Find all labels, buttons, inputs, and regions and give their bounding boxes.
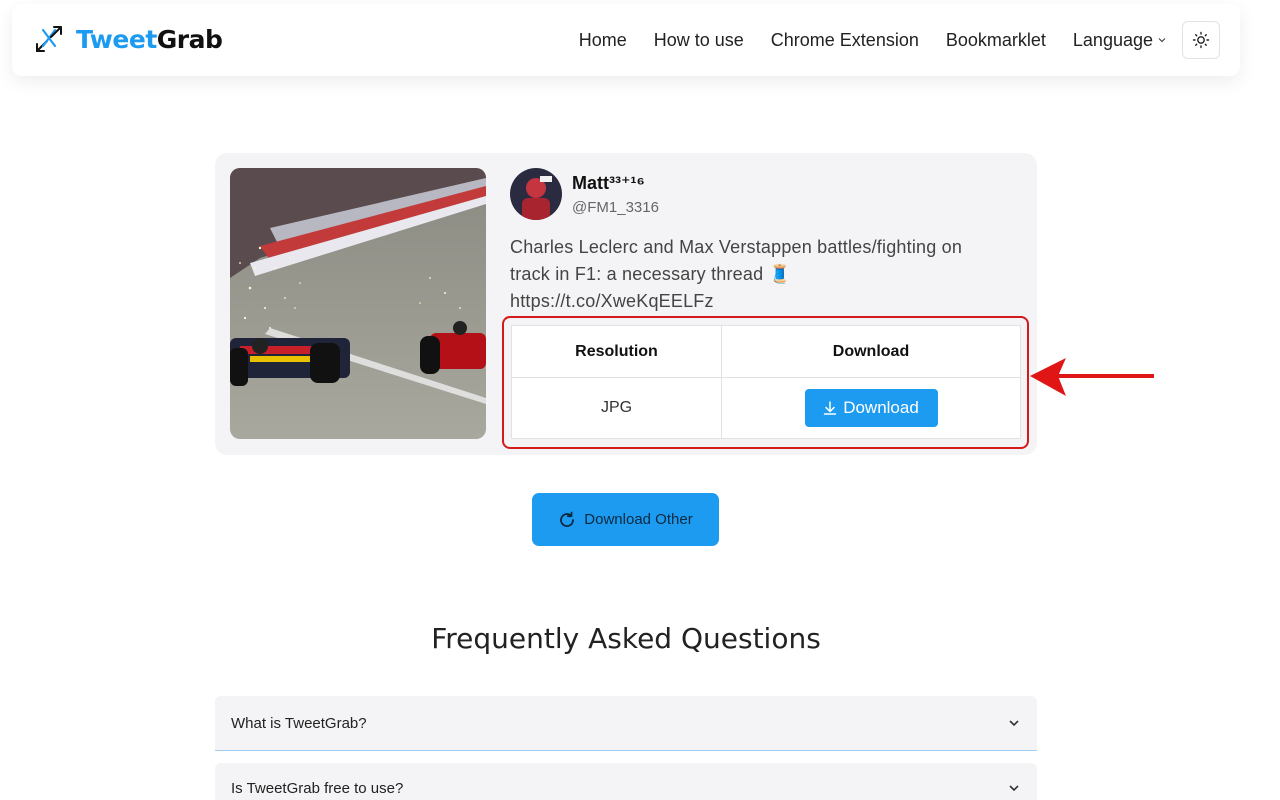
user-handle: @FM1_3316 [572,198,659,216]
column-header-download: Download [721,325,1021,378]
logo[interactable]: TweetGrab [34,24,223,54]
main-nav: Home How to use Chrome Extension Bookmar… [552,21,1220,59]
nav-home[interactable]: Home [579,30,627,51]
red-arrow-annotation [1030,358,1154,396]
site-header: TweetGrab Home How to use Chrome Extensi… [12,4,1240,76]
tweet-result-card: Matt³³⁺¹⁶ @FM1_3316 Charles Leclerc and … [215,153,1037,455]
logo-x-icon [36,26,62,52]
user-display-name: Matt³³⁺¹⁶ [572,172,645,193]
faq-question: What is TweetGrab? [231,714,367,732]
language-label: Language [1072,29,1153,50]
avatar[interactable] [510,168,562,220]
tweet-media-image [230,168,486,439]
column-header-resolution: Resolution [511,325,722,378]
download-table: Resolution Download JPG Download [511,325,1021,439]
refresh-icon [560,511,575,527]
faq-question: Is TweetGrab free to use? [231,779,404,797]
tweet-author: Matt³³⁺¹⁶ @FM1_3316 [510,168,659,220]
download-cell: Download [721,377,1021,439]
brand-name: TweetGrab [76,24,223,54]
f1-race-photo [230,168,486,439]
author-info: Matt³³⁺¹⁶ @FM1_3316 [572,173,659,216]
sun-icon [1192,31,1210,49]
tweet-link[interactable]: https://t.co/XweKqEELFz [510,288,1020,315]
tweet-text: Charles Leclerc and Max Verstappen battl… [510,234,1020,315]
nav-how-to-use[interactable]: How to use [654,30,744,51]
faq-title: Frequently Asked Questions [431,622,821,655]
download-other-button[interactable]: Download Other [532,493,719,546]
chevron-down-icon [1009,720,1019,727]
table-row: JPG Download [511,377,1021,439]
chevron-down-icon [1158,38,1166,43]
faq-item[interactable]: What is TweetGrab? [215,696,1037,751]
nav-language-dropdown[interactable]: Language [1073,30,1166,51]
table-header-row: Resolution Download [511,325,1021,378]
faq-item[interactable]: Is TweetGrab free to use? [215,763,1037,800]
download-arrow-icon [823,401,837,415]
download-other-label: Download Other [584,511,693,528]
nav-chrome-extension[interactable]: Chrome Extension [771,30,919,51]
download-button[interactable]: Download [804,389,938,427]
tweet-text-line: Charles Leclerc and Max Verstappen battl… [510,237,963,257]
download-button-label: Download [843,398,919,417]
tweet-text-line: track in F1: a necessary thread 🧵 [510,264,792,284]
resolution-cell: JPG [511,377,722,439]
nav-bookmarklet[interactable]: Bookmarklet [946,30,1046,51]
theme-toggle-button[interactable] [1182,21,1220,59]
chevron-down-icon [1009,785,1019,792]
